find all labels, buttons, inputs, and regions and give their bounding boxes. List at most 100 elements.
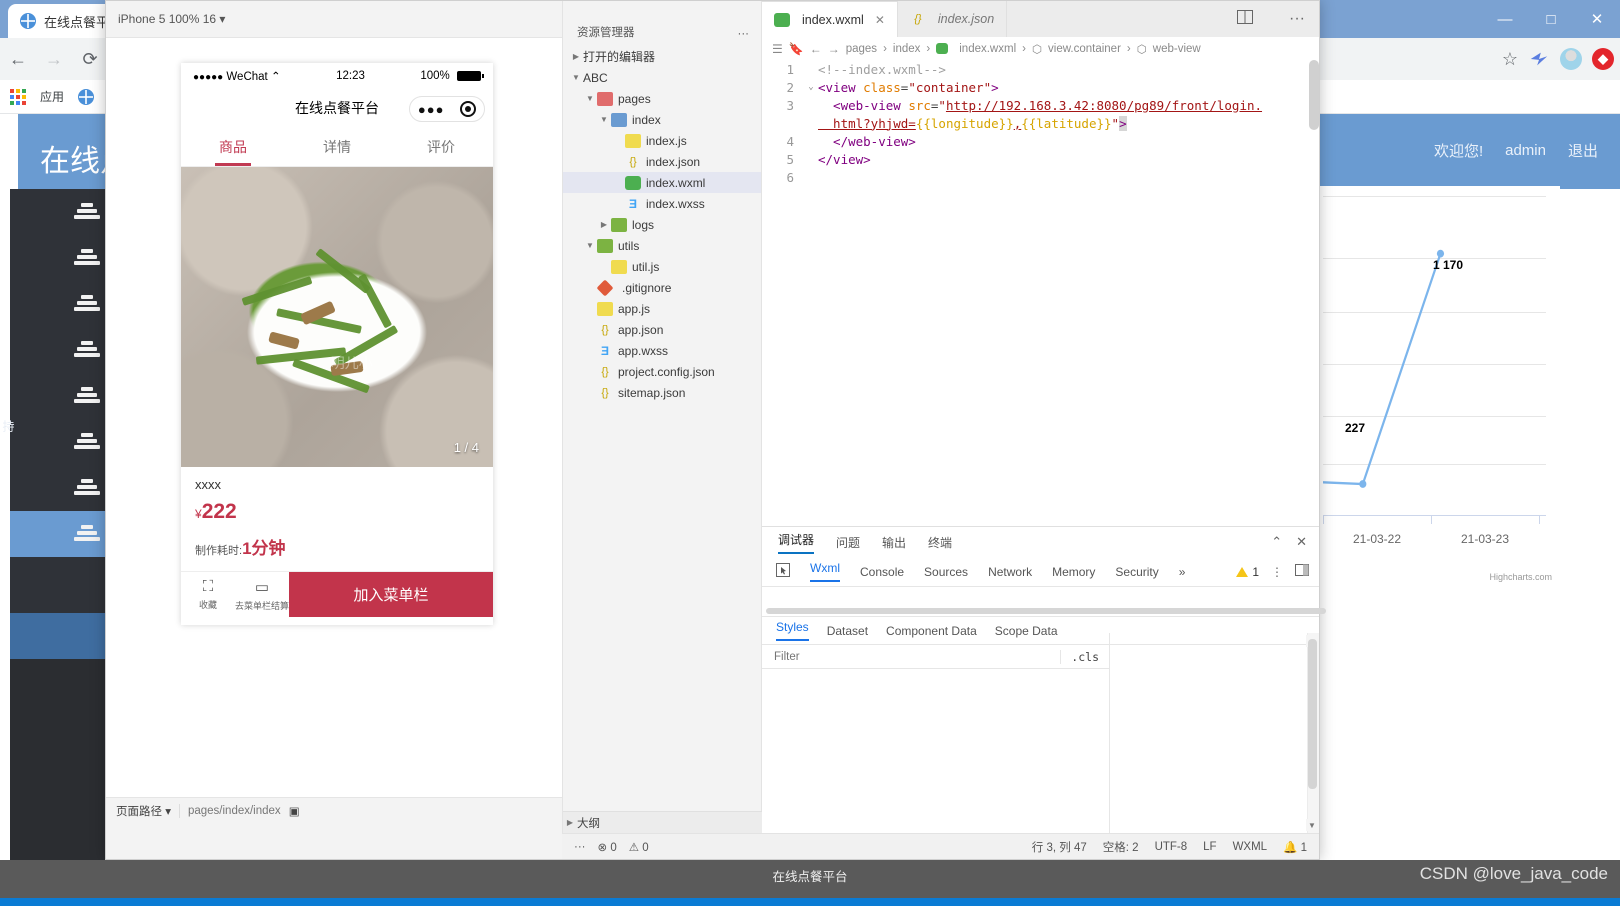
devtool-tabs-overflow[interactable]: »	[1179, 565, 1186, 579]
tree-item-gitignore[interactable]: .gitignore	[563, 277, 761, 298]
language-mode[interactable]: WXML	[1233, 841, 1268, 853]
outline-section[interactable]: ▶ 大纲	[563, 811, 763, 833]
tree-item-index-wxml[interactable]: index.wxml	[563, 172, 761, 193]
tree-item-sitemap[interactable]: {} sitemap.json	[563, 382, 761, 403]
opera-icon[interactable]: ◆	[1592, 48, 1614, 70]
subtab-scope-data[interactable]: Scope Data	[995, 624, 1058, 638]
device-selector[interactable]: iPhone 5 100% 16 ▾	[106, 12, 225, 26]
dock-icon[interactable]	[1295, 564, 1309, 579]
close-button[interactable]: ✕	[1574, 0, 1620, 38]
tree-item-project-config[interactable]: {} project.config.json	[563, 361, 761, 382]
phone-simulator[interactable]: ●●●●● WeChat ⌃ 12:23 100% 在线点餐平台 ●●● 商品 …	[181, 63, 493, 625]
notifications-bell[interactable]: 🔔 1	[1283, 840, 1307, 854]
sidebar-item-2[interactable]	[10, 235, 108, 281]
panel-tab-problems[interactable]: 问题	[836, 534, 860, 551]
apps-label[interactable]: 应用	[40, 88, 64, 105]
devtool-tab-sources[interactable]: Sources	[924, 565, 968, 579]
star-icon[interactable]: ☆	[1502, 49, 1518, 70]
tree-item-utils[interactable]: ▼ utils	[563, 235, 761, 256]
panel-scrollbar-thumb[interactable]	[1308, 639, 1317, 789]
breadcrumb-item-pages[interactable]: pages	[846, 43, 877, 55]
tree-item-util-js[interactable]: util.js	[563, 256, 761, 277]
panel-tab-output[interactable]: 输出	[882, 534, 906, 551]
copy-icon[interactable]: ▣	[289, 804, 300, 818]
breadcrumb-item-index[interactable]: index	[893, 43, 921, 55]
capsule-close-icon[interactable]	[460, 101, 477, 117]
devtool-tab-network[interactable]: Network	[988, 565, 1032, 579]
more-vertical-icon[interactable]: ⋮	[1271, 565, 1283, 579]
chevron-right-icon[interactable]: ▶	[597, 220, 611, 229]
favorite-button[interactable]: ⛶ 收藏	[181, 572, 235, 617]
split-editor-icon[interactable]	[1237, 9, 1254, 29]
sidebar-item-1[interactable]	[10, 189, 108, 235]
tree-item-index-folder[interactable]: ▼ index	[563, 109, 761, 130]
editor-tab-index-json[interactable]: {} index.json	[897, 1, 1008, 37]
tab-goods[interactable]: 商品	[181, 127, 285, 166]
chevron-down-icon[interactable]: ▼	[583, 94, 597, 103]
tree-item-logs[interactable]: ▶ logs	[563, 214, 761, 235]
status-more-icon[interactable]: ···	[574, 841, 586, 853]
subtab-styles[interactable]: Styles	[776, 620, 809, 641]
chart-credits[interactable]: Highcharts.com	[1489, 572, 1552, 582]
tab-details[interactable]: 详情	[285, 127, 389, 166]
cart-button[interactable]: ▭ 去菜单栏结算	[235, 572, 289, 617]
cls-button[interactable]: .cls	[1060, 649, 1109, 664]
breadcrumb-item-view[interactable]: view.container	[1048, 43, 1121, 55]
devtool-tab-security[interactable]: Security	[1115, 565, 1158, 579]
logout-link[interactable]: 退出	[1568, 140, 1598, 161]
apps-grid-icon[interactable]	[10, 88, 26, 105]
devtool-tab-memory[interactable]: Memory	[1052, 565, 1095, 579]
code-content[interactable]: 1 <!--index.wxml--> 2 ⌄ <view class = "contai…	[762, 60, 1319, 526]
breadcrumb-item-webview[interactable]: web-view	[1153, 43, 1201, 55]
sidebar-item-3[interactable]	[10, 281, 108, 327]
code-token-url[interactable]: html?yhjwd=	[818, 116, 916, 131]
avatar-icon[interactable]	[1560, 48, 1582, 70]
fold-marker[interactable]: ⌄	[804, 82, 818, 92]
nav-forward-icon[interactable]: →	[828, 42, 840, 56]
code-token-url[interactable]: http://192.168.3.42:8080/pg89/front/logi…	[946, 98, 1262, 113]
extension-icon[interactable]	[1528, 48, 1550, 70]
subtab-component-data[interactable]: Component Data	[886, 624, 977, 638]
sidebar-item-6[interactable]	[10, 419, 108, 465]
product-image[interactable]: 明儿小 1 / 4	[181, 167, 493, 467]
wxml-tree-hscrollbar[interactable]	[766, 608, 1326, 614]
add-to-menu-button[interactable]: 加入菜单栏	[289, 572, 493, 617]
chevron-down-icon[interactable]: ▼	[597, 115, 611, 124]
editor-scrollbar[interactable]	[1309, 60, 1319, 130]
maximize-button[interactable]: □	[1528, 0, 1574, 38]
panel-tab-debugger[interactable]: 调试器	[778, 531, 815, 554]
tree-item-index-js[interactable]: index.js	[563, 130, 761, 151]
minimize-button[interactable]: —	[1482, 0, 1528, 38]
encoding[interactable]: UTF-8	[1155, 841, 1188, 853]
tree-item-app-json[interactable]: {} app.json	[563, 319, 761, 340]
tree-item-pages[interactable]: ▼ pages	[563, 88, 761, 109]
sidebar-item-5[interactable]	[10, 373, 108, 419]
capsule-menu-icon[interactable]: ●●●	[418, 102, 445, 117]
page-path-label[interactable]: 页面路径 ▾	[116, 803, 171, 819]
reload-icon[interactable]: ⟳	[72, 41, 108, 77]
tree-item-index-json[interactable]: {} index.json	[563, 151, 761, 172]
forward-icon[interactable]: →	[36, 41, 72, 77]
editor-more-glyph[interactable]: ···	[1289, 10, 1305, 28]
outline-toggle-icon[interactable]: ☰	[772, 42, 783, 56]
warning-count[interactable]: ⚠ 0	[629, 840, 649, 854]
chevron-down-icon[interactable]: ▼	[583, 241, 597, 250]
error-count[interactable]: ⊗ 0	[598, 840, 617, 854]
subtab-dataset[interactable]: Dataset	[827, 624, 868, 638]
wechat-capsule[interactable]: ●●●	[409, 96, 485, 122]
sidebar-item-8-active[interactable]	[10, 511, 108, 557]
warning-badge[interactable]: 1	[1236, 565, 1259, 579]
sidebar-item-7[interactable]	[10, 465, 108, 511]
chevron-up-icon[interactable]: ⌃	[1271, 534, 1282, 550]
panel-tab-terminal[interactable]: 终端	[928, 534, 952, 551]
tree-item-app-wxss[interactable]: Ǝapp.wxss	[563, 340, 761, 361]
wxml-tree-view[interactable]	[762, 587, 1326, 617]
indentation[interactable]: 空格: 2	[1103, 839, 1139, 855]
scroll-down-arrow[interactable]: ▼	[1306, 819, 1318, 831]
back-icon[interactable]: ←	[0, 41, 36, 77]
cursor-position[interactable]: 行 3, 列 47	[1032, 839, 1087, 855]
explorer-more-icon[interactable]: ···	[738, 28, 750, 40]
project-root[interactable]: ▼ ABC	[563, 67, 761, 88]
breadcrumb-item-file[interactable]: index.wxml	[959, 43, 1016, 55]
styles-filter-input[interactable]	[762, 650, 1061, 663]
